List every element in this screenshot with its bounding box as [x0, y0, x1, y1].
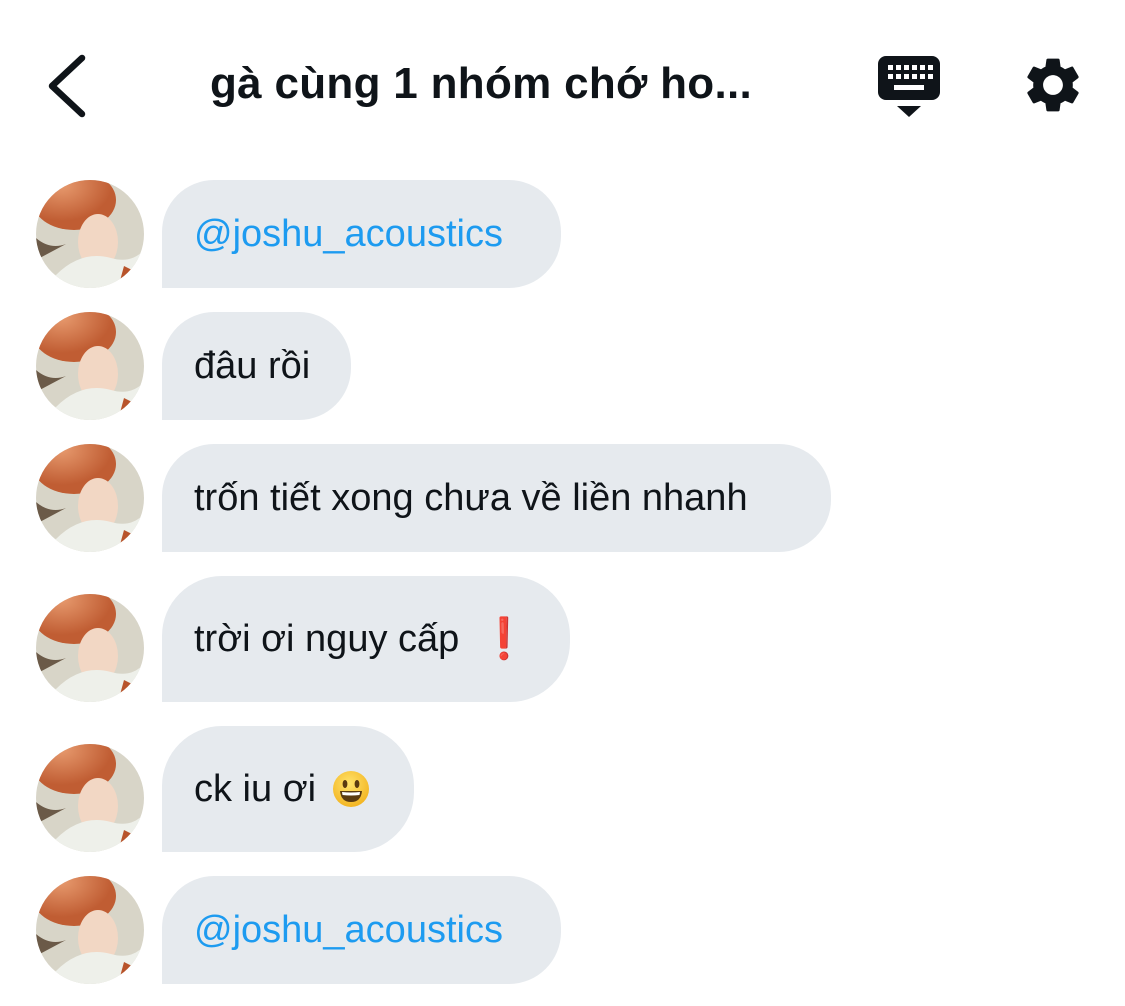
message-bubble[interactable]: ck iu ơi 😃 — [162, 726, 414, 852]
avatar[interactable] — [36, 876, 144, 984]
message-text: đâu rồi — [194, 345, 311, 387]
message-bubble[interactable]: @joshu_acoustics — [162, 876, 561, 984]
avatar[interactable] — [36, 444, 144, 552]
message-bubble[interactable]: @joshu_acoustics — [162, 180, 561, 288]
message-text: trốn tiết xong chưa về liền nhanh — [194, 477, 748, 519]
avatar-image — [36, 594, 144, 702]
message-bubble[interactable]: đâu rồi — [162, 312, 351, 420]
message-text: ck iu ơi — [194, 768, 317, 810]
avatar[interactable] — [36, 594, 144, 702]
message-text: trời ơi nguy cấp — [194, 618, 460, 660]
chevron-left-icon — [48, 54, 86, 118]
avatar[interactable] — [36, 312, 144, 420]
avatar-image — [36, 444, 144, 552]
avatar[interactable] — [36, 180, 144, 288]
mention-link[interactable]: @joshu_acoustics — [194, 211, 503, 257]
message-bubble[interactable]: trời ơi nguy cấp ❗ — [162, 576, 570, 702]
back-button[interactable] — [38, 50, 98, 120]
conversation-title[interactable]: gà cùng 1 nhóm chớ ho... — [210, 56, 790, 112]
smiley-emoji-icon — [333, 771, 370, 807]
conversation-header: gà cùng 1 nhóm chớ ho... — [0, 0, 1125, 160]
settings-button[interactable] — [1020, 52, 1086, 118]
dm-conversation-screen: gà cùng 1 nhóm chớ ho... @joshu_acoustic… — [0, 0, 1125, 1006]
avatar-image — [36, 180, 144, 288]
gear-icon — [1027, 58, 1079, 112]
avatar-image — [36, 876, 144, 984]
exclamation-emoji: ❗ — [479, 617, 530, 661]
message-bubble[interactable]: trốn tiết xong chưa về liền nhanh — [162, 444, 831, 552]
avatar-image — [36, 744, 144, 852]
keyboard-button[interactable] — [876, 54, 942, 120]
mention-link[interactable]: @joshu_acoustics — [194, 907, 503, 953]
avatar-image — [36, 312, 144, 420]
avatar[interactable] — [36, 744, 144, 852]
keyboard-icon — [878, 56, 940, 117]
